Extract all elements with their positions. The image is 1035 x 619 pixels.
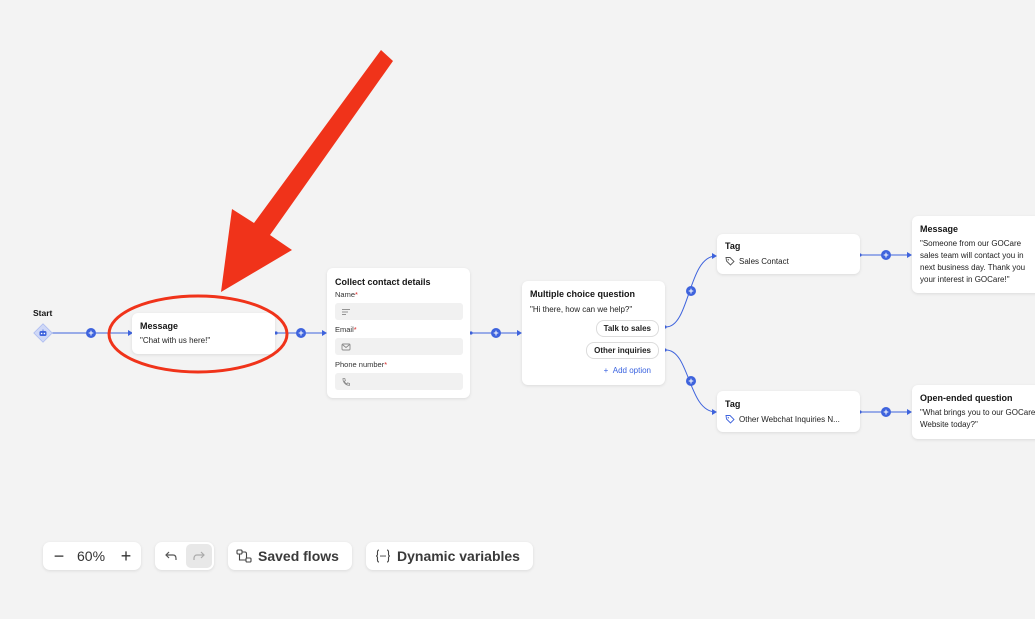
field-label-name: Name* bbox=[335, 290, 358, 299]
add-step-button[interactable]: + bbox=[86, 328, 96, 338]
zoom-level: 60% bbox=[77, 548, 106, 564]
history-control bbox=[155, 542, 214, 570]
open-ended-question-node[interactable]: Open-ended question "What brings you to … bbox=[912, 385, 1035, 439]
node-title: Open-ended question bbox=[920, 393, 1013, 403]
node-text-line: your interest in GOCare!" bbox=[920, 275, 1010, 284]
flow-icon bbox=[236, 549, 252, 563]
node-text-line: "What brings you to our GOCare bbox=[920, 408, 1035, 417]
add-step-button[interactable]: + bbox=[686, 376, 696, 386]
saved-flows-button[interactable]: Saved flows bbox=[228, 542, 352, 570]
node-title: Tag bbox=[725, 241, 741, 251]
name-field[interactable] bbox=[335, 303, 463, 320]
plus-icon: + bbox=[603, 366, 609, 375]
zoom-in-button[interactable]: + bbox=[116, 546, 136, 566]
node-text-line: sales team will contact you in bbox=[920, 251, 1024, 260]
dynamic-variables-button[interactable]: Dynamic variables bbox=[366, 542, 533, 570]
tag-node[interactable]: Tag Sales Contact bbox=[717, 234, 860, 274]
start-node[interactable] bbox=[33, 323, 53, 343]
zoom-out-button[interactable]: − bbox=[49, 546, 69, 566]
text-lines-icon bbox=[342, 309, 350, 315]
add-step-button[interactable]: + bbox=[686, 286, 696, 296]
add-step-button[interactable]: + bbox=[881, 250, 891, 260]
field-label-phone: Phone number* bbox=[335, 360, 388, 369]
undo-button[interactable] bbox=[159, 545, 183, 567]
node-title: Tag bbox=[725, 399, 741, 409]
tag-text: Sales Contact bbox=[739, 257, 789, 266]
phone-icon bbox=[342, 378, 350, 386]
add-step-button[interactable]: + bbox=[491, 328, 501, 338]
start-label: Start bbox=[33, 308, 53, 318]
node-title: Message bbox=[140, 321, 179, 331]
node-text-line: Website today?" bbox=[920, 420, 978, 429]
node-title: Multiple choice question bbox=[530, 289, 636, 299]
field-label-email: Email* bbox=[335, 325, 357, 334]
node-title: Message bbox=[920, 224, 959, 234]
message-node[interactable]: Message "Chat with us here!" bbox=[132, 313, 275, 354]
tag-text: Other Webchat Inquiries N... bbox=[739, 415, 840, 424]
node-title: Collect contact details bbox=[335, 277, 431, 287]
flow-connectors bbox=[52, 252, 912, 415]
node-text-line: "Someone from our GOCare bbox=[920, 239, 1022, 248]
saved-flows-label: Saved flows bbox=[258, 548, 339, 564]
envelope-icon bbox=[341, 343, 351, 351]
undo-icon bbox=[165, 551, 177, 560]
node-text: "Chat with us here!" bbox=[140, 336, 211, 345]
tag-node[interactable]: Tag Other Webchat Inquiries N... bbox=[717, 391, 860, 432]
tag-icon bbox=[725, 257, 735, 266]
variables-icon bbox=[375, 549, 391, 563]
message-node[interactable]: Message "Someone from our GOCare sales t… bbox=[912, 216, 1035, 293]
add-step-button[interactable]: + bbox=[296, 328, 306, 338]
phone-field[interactable] bbox=[335, 373, 463, 390]
redo-button[interactable] bbox=[186, 544, 212, 568]
tag-icon bbox=[725, 415, 735, 424]
node-question: "Hi there, how can we help?" bbox=[530, 305, 633, 314]
multiple-choice-node[interactable]: Multiple choice question "Hi there, how … bbox=[522, 281, 665, 385]
dynamic-variables-label: Dynamic variables bbox=[397, 548, 520, 564]
zoom-control: − 60% + bbox=[43, 542, 141, 570]
bot-icon bbox=[33, 323, 53, 343]
option-talk-to-sales[interactable]: Talk to sales bbox=[595, 320, 659, 337]
add-step-button[interactable]: + bbox=[881, 407, 891, 417]
email-field[interactable] bbox=[335, 338, 463, 355]
add-option-button[interactable]: + Add option bbox=[604, 366, 651, 375]
node-text-line: next business day. Thank you bbox=[920, 263, 1026, 272]
option-other-inquiries[interactable]: Other inquiries bbox=[586, 342, 659, 359]
redo-icon bbox=[193, 551, 205, 560]
collect-contact-node[interactable]: Collect contact details Name* Email* Pho… bbox=[327, 268, 470, 398]
